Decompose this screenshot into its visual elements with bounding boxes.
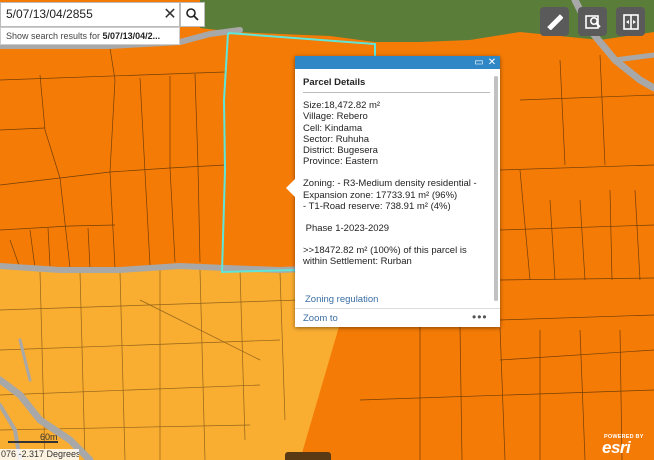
- popup-content: Parcel Details Size:18,472.82 m² Village…: [303, 72, 490, 294]
- search-input[interactable]: [6, 7, 156, 21]
- popup-header: ▭ ✕: [295, 56, 500, 69]
- layer-swipe-icon: [622, 13, 639, 30]
- esri-logo: esri: [602, 438, 631, 457]
- parcel-size: Size:18,472.82 m²: [303, 100, 381, 112]
- settlement-line-1: >>18472.82 m² (100%) of this parcel is: [303, 245, 467, 257]
- parcel-sector: Sector: Ruhuha: [303, 133, 370, 145]
- search-button[interactable]: [180, 2, 205, 27]
- parcel-popup: ▭ ✕ Parcel Details Size:18,472.82 m² Vil…: [286, 56, 500, 327]
- parcel-cell: Cell: Kindama: [303, 122, 363, 134]
- suggestion-prefix: Show search results for: [6, 31, 103, 41]
- popup-title: Parcel Details: [303, 72, 490, 94]
- popup-scrollbar[interactable]: [494, 76, 498, 301]
- parcel-village: Village: Rebero: [303, 111, 368, 123]
- clear-search-button[interactable]: ✕: [161, 5, 179, 25]
- maximize-icon[interactable]: ▭: [473, 56, 485, 69]
- parcel-province: Province: Eastern: [303, 156, 378, 168]
- parcel-district: District: Bugesera: [303, 145, 378, 157]
- popup-footer: Zoom to •••: [295, 308, 500, 327]
- query-button[interactable]: [578, 7, 607, 36]
- zoning-expansion: Expansion zone: 17733.91 m² (96%): [303, 189, 458, 201]
- query-icon: [584, 14, 601, 29]
- zoom-to-link[interactable]: Zoom to: [303, 313, 338, 324]
- popup-pointer: [286, 179, 295, 197]
- zoning-regulation-link[interactable]: Zoning regulation: [305, 294, 378, 305]
- bottom-panel-button[interactable]: [285, 452, 331, 460]
- search-icon: [186, 8, 199, 21]
- layer-swipe-button[interactable]: [616, 7, 645, 36]
- phase-line: Phase 1-2023-2029: [303, 223, 390, 235]
- close-icon[interactable]: ✕: [486, 56, 498, 69]
- search-box[interactable]: ✕: [0, 2, 180, 27]
- more-actions-button[interactable]: •••: [472, 310, 488, 324]
- scale-bar: [8, 441, 58, 443]
- settlement-line-2: within Settlement: Rurban: [303, 256, 412, 268]
- esri-attribution[interactable]: POWERED BY esri: [602, 434, 650, 458]
- suggestion-query: 5/07/13/04/2...: [102, 31, 161, 41]
- coordinate-readout: 076 -2.317 Degrees: [0, 449, 79, 460]
- measure-icon: [546, 13, 563, 30]
- search-suggestion[interactable]: Show search results for 5/07/13/04/2...: [0, 27, 180, 45]
- zoning-line: Zoning: - R3-Medium density residential …: [303, 178, 477, 190]
- zoning-road-reserve: - T1-Road reserve: 738.91 m² (4%): [303, 200, 451, 212]
- measure-button[interactable]: [540, 7, 569, 36]
